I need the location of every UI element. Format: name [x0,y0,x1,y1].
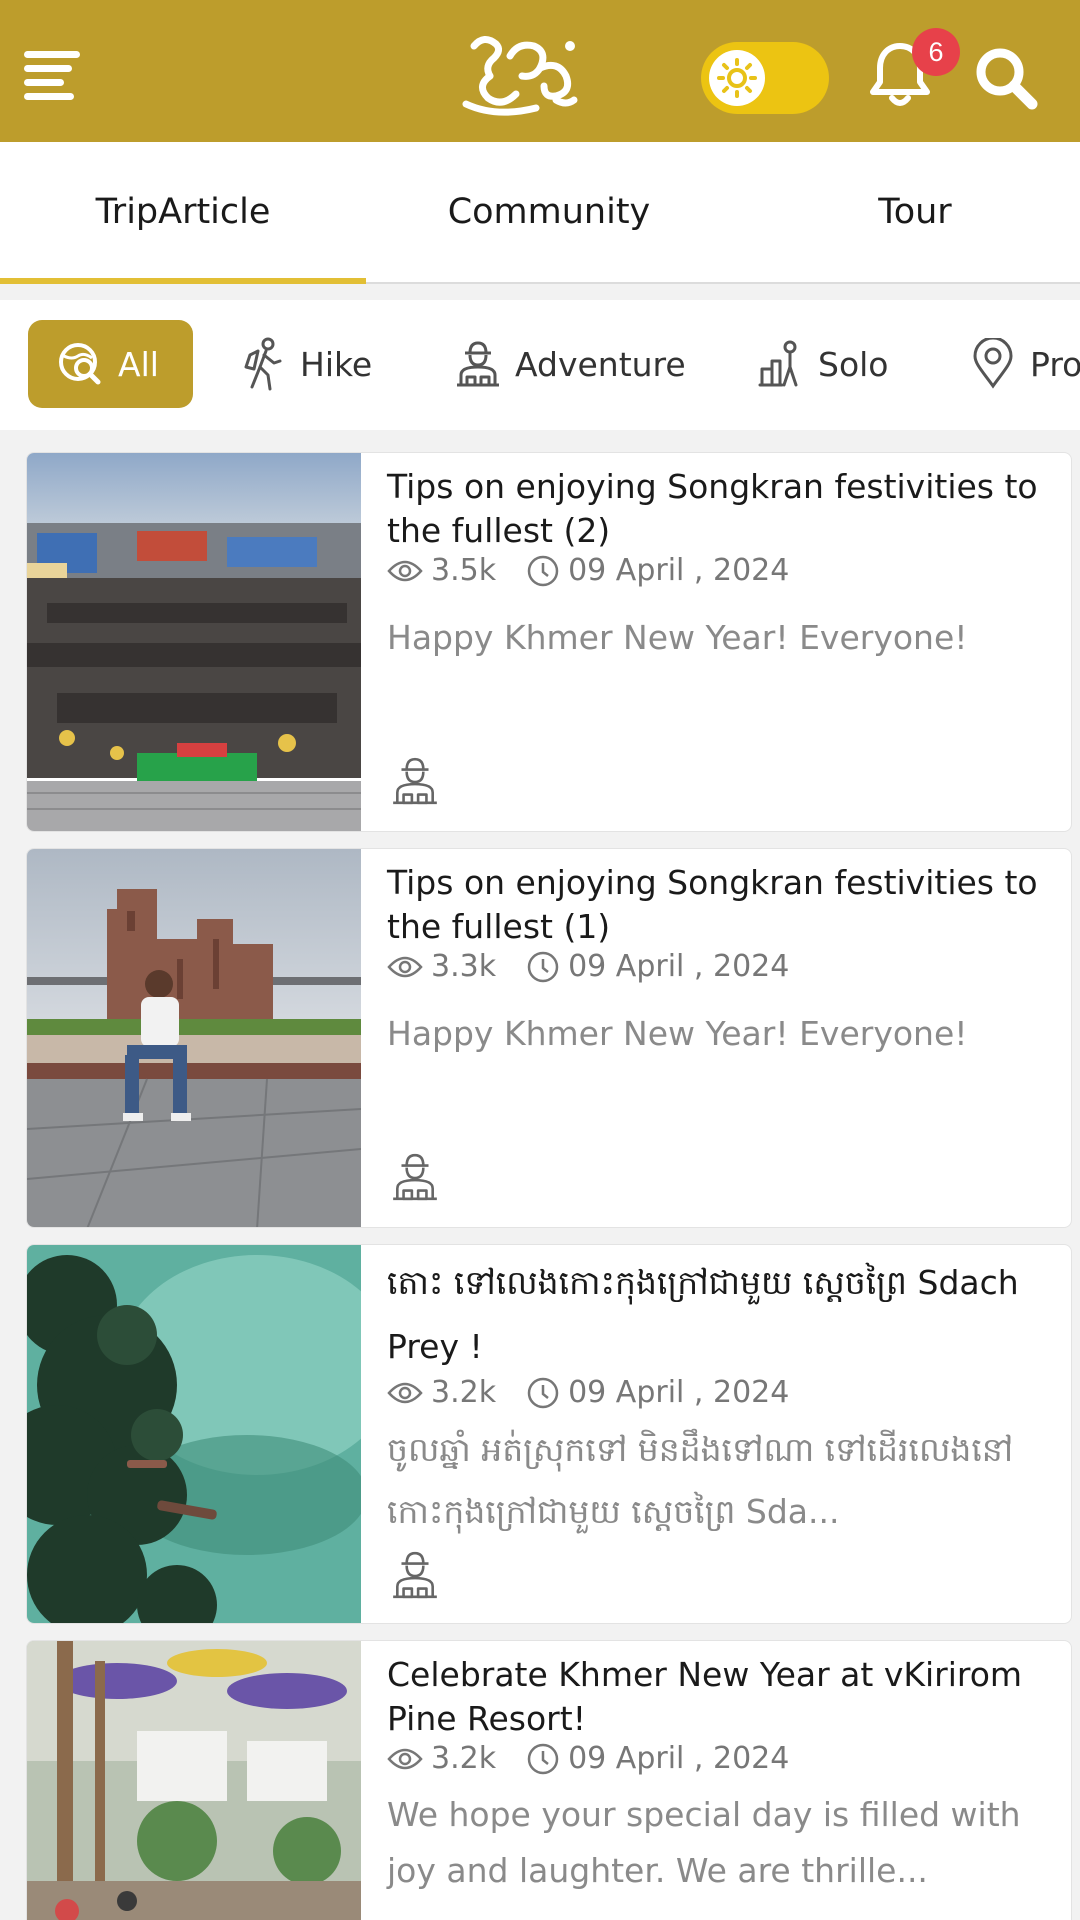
view-count: 3.2k [431,1375,497,1410]
article-excerpt: ចូលឆ្នាំ អត់ស្រុកទៅ មិនដឹងទៅណា ទៅដើរលេងន… [387,1430,1014,1531]
article-card[interactable]: តោះ ទៅលេងកោះកុងក្រៅជាមួយ ស្តេចព្រៃ Sdach… [26,1244,1072,1624]
article-thumbnail [27,453,361,831]
theme-toggle-knob [709,50,765,106]
eye-icon [387,1748,423,1769]
filter-label: All [118,344,159,384]
clock-icon [527,951,559,982]
article-title[interactable]: តោះ ទៅលេងកោះកុងក្រៅជាមួយ ស្តេចព្រៃ Sdach… [387,1251,1057,1379]
article-meta: 3.3k 09 April , 2024 [387,949,789,984]
filter-label: Pro [1030,344,1080,384]
explorer-icon [393,757,437,805]
filter-label: Adventure [515,344,686,384]
clock-icon [527,1377,559,1408]
filter-solo[interactable]: Solo [758,320,889,408]
filter-label: Hike [300,344,373,384]
filter-pro[interactable]: Pro [970,320,1080,408]
top-tabs: TripArticle Community Tour [0,142,1080,284]
notification-badge: 6 [912,28,960,76]
publish-date: 09 April , 2024 [568,1741,790,1776]
article-card[interactable]: Tips on enjoying Songkran festivities to… [26,452,1072,832]
filter-adventure[interactable]: Adventure [455,320,686,408]
article-title[interactable]: Tips on enjoying Songkran festivities to… [387,861,1057,949]
globe-search-icon [59,343,101,385]
article-card[interactable]: Tips on enjoying Songkran festivities to… [26,848,1072,1228]
theme-toggle[interactable] [701,42,829,114]
explorer-icon [393,1551,437,1599]
article-thumbnail [27,849,361,1227]
hiker-icon [244,337,282,391]
view-count: 3.3k [431,949,497,984]
eye-icon [387,956,423,977]
article-excerpt: We hope your special day is filled with … [387,1795,1021,1890]
clock-icon [527,555,559,586]
explorer-icon [393,1153,437,1201]
publish-date: 09 April , 2024 [568,553,790,588]
article-card[interactable]: Celebrate Khmer New Year at vKirirom Pin… [26,1640,1072,1920]
view-count: 3.5k [431,553,497,588]
category-filter-bar: All Hike Adventure Solo Pro [0,300,1080,430]
view-count: 3.2k [431,1741,497,1776]
filter-hike[interactable]: Hike [240,320,372,408]
search-icon[interactable] [972,44,1040,112]
active-tab-indicator [0,278,366,284]
article-excerpt: Happy Khmer New Year! Everyone! [387,1014,968,1053]
filter-label: Solo [818,344,889,384]
publish-date: 09 April , 2024 [568,1375,790,1410]
article-thumbnail [27,1641,361,1920]
article-meta: 3.2k 09 April , 2024 [387,1375,789,1410]
publish-date: 09 April , 2024 [568,949,790,984]
tab-tour[interactable]: Tour [732,142,1080,282]
menu-icon[interactable] [24,48,80,104]
article-meta: 3.2k 09 April , 2024 [387,1741,789,1776]
eye-icon [387,560,423,581]
article-thumbnail [27,1245,361,1623]
sun-icon [717,58,757,98]
tab-community[interactable]: Community [366,142,732,282]
eye-icon [387,1382,423,1403]
article-meta: 3.5k 09 April , 2024 [387,553,789,588]
article-excerpt: Happy Khmer New Year! Everyone! [387,618,968,657]
article-title[interactable]: Tips on enjoying Songkran festivities to… [387,465,1057,553]
explorer-icon [457,341,499,387]
app-logo [462,36,578,116]
article-title[interactable]: Celebrate Khmer New Year at vKirirom Pin… [387,1653,1057,1741]
solo-traveler-icon [758,340,798,387]
filter-all[interactable]: All [28,320,193,408]
tab-triparticle[interactable]: TripArticle [0,142,366,282]
app-header: 6 [0,0,1080,142]
location-pin-icon [973,338,1013,389]
clock-icon [527,1743,559,1774]
